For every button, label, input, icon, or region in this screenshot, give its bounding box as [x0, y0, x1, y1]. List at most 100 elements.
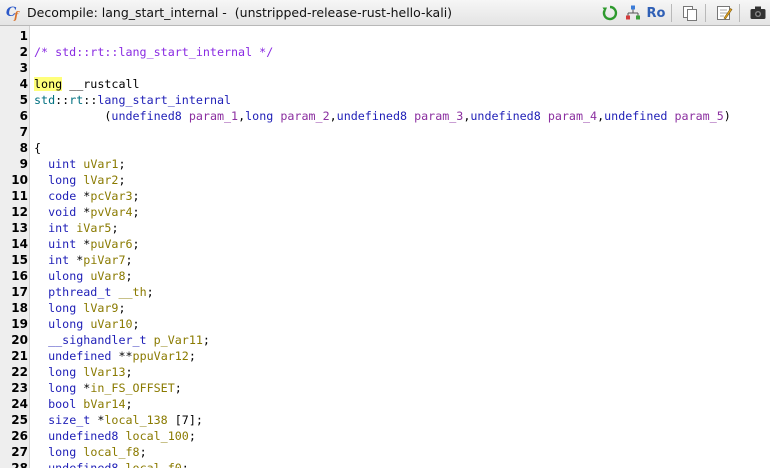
code-token[interactable]: uint: [48, 157, 76, 171]
code-token[interactable]: long: [245, 109, 273, 123]
code-token[interactable]: puVar6: [90, 237, 132, 251]
code-token[interactable]: int: [48, 253, 69, 267]
line-number: 17: [11, 285, 28, 299]
code-text[interactable]: undefined8 local_f0;: [34, 460, 189, 468]
code-token[interactable]: uVar10: [90, 317, 132, 331]
code-token[interactable]: local_f0: [126, 461, 182, 468]
code-token[interactable]: uint: [48, 237, 76, 251]
code-token[interactable]: undefined8: [111, 109, 181, 123]
code-text[interactable]: __sighandler_t p_Var11;: [34, 332, 210, 348]
code-token[interactable]: lang_start_internal: [97, 93, 231, 107]
code-text[interactable]: undefined **ppuVar12;: [34, 348, 196, 364]
line-number: 6: [19, 109, 28, 123]
code-editor[interactable]: 1 2/* std::rt::lang_start_internal */3 4 lo…: [0, 26, 770, 468]
code-token[interactable]: lVar13: [83, 365, 125, 379]
code-token[interactable]: local_100: [126, 429, 189, 443]
code-text[interactable]: long lVar13;: [34, 364, 132, 380]
code-token[interactable]: long: [48, 445, 76, 459]
code-token[interactable]: param_2: [280, 109, 329, 123]
copy-button[interactable]: [680, 3, 700, 23]
code-token[interactable]: param_4: [548, 109, 597, 123]
code-text[interactable]: int iVar5;: [34, 220, 118, 236]
code-token[interactable]: lVar9: [83, 301, 118, 315]
refresh-button[interactable]: [600, 3, 620, 23]
code-token[interactable]: lVar2: [83, 173, 118, 187]
code-token[interactable]: iVar5: [76, 221, 111, 235]
code-token[interactable]: long: [48, 301, 76, 315]
code-token[interactable]: local_138: [104, 413, 167, 427]
code-token[interactable]: long: [48, 381, 76, 395]
code-token[interactable]: long: [48, 173, 76, 187]
code-token[interactable]: param_1: [189, 109, 238, 123]
code-text[interactable]: int *piVar7;: [34, 252, 132, 268]
code-token[interactable]: __sighandler_t: [48, 333, 147, 347]
code-token[interactable]: param_3: [414, 109, 463, 123]
code-token[interactable]: ulong: [48, 269, 83, 283]
code-token[interactable]: in_FS_OFFSET: [90, 381, 174, 395]
code-token[interactable]: __th: [118, 285, 146, 299]
code-token[interactable]: undefined8: [337, 109, 407, 123]
code-line: 26 undefined8 local_100;: [0, 428, 770, 444]
code-token: ;: [181, 461, 189, 468]
code-line: 21 undefined **ppuVar12;: [0, 348, 770, 364]
code-text[interactable]: void *pvVar4;: [34, 204, 140, 220]
code-text[interactable]: code *pcVar3;: [34, 188, 140, 204]
code-token[interactable]: long: [48, 365, 76, 379]
code-token[interactable]: ppuVar12: [133, 349, 189, 363]
code-token[interactable]: p_Var11: [154, 333, 203, 347]
code-text[interactable]: long lVar2;: [34, 172, 125, 188]
code-token[interactable]: int: [48, 221, 69, 235]
code-text[interactable]: uint uVar1;: [34, 156, 126, 172]
code-token: ;: [188, 429, 196, 443]
code-token[interactable]: pthread_t: [48, 285, 111, 299]
code-text[interactable]: long lVar9;: [34, 300, 125, 316]
code-token[interactable]: undefined8: [470, 109, 540, 123]
code-token: ;: [118, 157, 126, 171]
code-token[interactable]: code: [48, 189, 76, 203]
code-lines: 1 2/* std::rt::lang_start_internal */3 4 lo…: [0, 28, 770, 468]
read-only-button[interactable]: Ro: [646, 3, 666, 23]
code-token: ;: [125, 397, 133, 411]
code-token[interactable]: undefined: [604, 109, 667, 123]
code-text[interactable]: long __rustcall: [34, 76, 140, 92]
code-token[interactable]: undefined8: [48, 461, 118, 468]
code-text[interactable]: pthread_t __th;: [34, 284, 154, 300]
code-token[interactable]: uVar8: [90, 269, 125, 283]
code-text[interactable]: ulong uVar8;: [34, 268, 132, 284]
code-line: 16 ulong uVar8;: [0, 268, 770, 284]
code-token[interactable]: void: [48, 205, 76, 219]
code-token[interactable]: /* std::rt::lang_start_internal */: [34, 45, 273, 59]
code-text[interactable]: /* std::rt::lang_start_internal */: [34, 44, 273, 60]
code-text[interactable]: undefined8 local_100;: [34, 428, 196, 444]
code-token[interactable]: bVar14: [83, 397, 125, 411]
snapshot-button[interactable]: [748, 3, 768, 23]
code-token[interactable]: undefined8: [48, 429, 118, 443]
code-text[interactable]: size_t *local_138 [7];: [34, 412, 203, 428]
code-token[interactable]: pvVar4: [90, 205, 132, 219]
code-text[interactable]: long *in_FS_OFFSET;: [34, 380, 182, 396]
code-token[interactable]: local_f8: [83, 445, 139, 459]
code-token[interactable]: undefined: [48, 349, 111, 363]
code-token[interactable]: size_t: [48, 413, 90, 427]
code-token[interactable]: ulong: [48, 317, 83, 331]
code-text[interactable]: std::rt::lang_start_internal: [34, 92, 231, 108]
graph-button[interactable]: [623, 3, 643, 23]
edit-button[interactable]: [714, 3, 734, 23]
code-token[interactable]: uVar1: [83, 157, 118, 171]
code-text[interactable]: ulong uVar10;: [34, 316, 140, 332]
code-token[interactable]: bool: [48, 397, 76, 411]
code-token[interactable]: pcVar3: [90, 189, 132, 203]
code-text[interactable]: (undefined8 param_1,long param_2,undefin…: [34, 108, 730, 124]
code-token[interactable]: rt: [69, 93, 83, 107]
code-text[interactable]: long local_f8;: [34, 444, 147, 460]
code-text[interactable]: uint *puVar6;: [34, 236, 140, 252]
code-token[interactable]: long: [34, 77, 63, 91]
code-token[interactable]: piVar7: [83, 253, 125, 267]
code-text[interactable]: {: [34, 140, 41, 156]
code-token[interactable]: param_5: [675, 109, 724, 123]
code-token[interactable]: std: [34, 93, 55, 107]
code-text[interactable]: bool bVar14;: [34, 396, 133, 412]
